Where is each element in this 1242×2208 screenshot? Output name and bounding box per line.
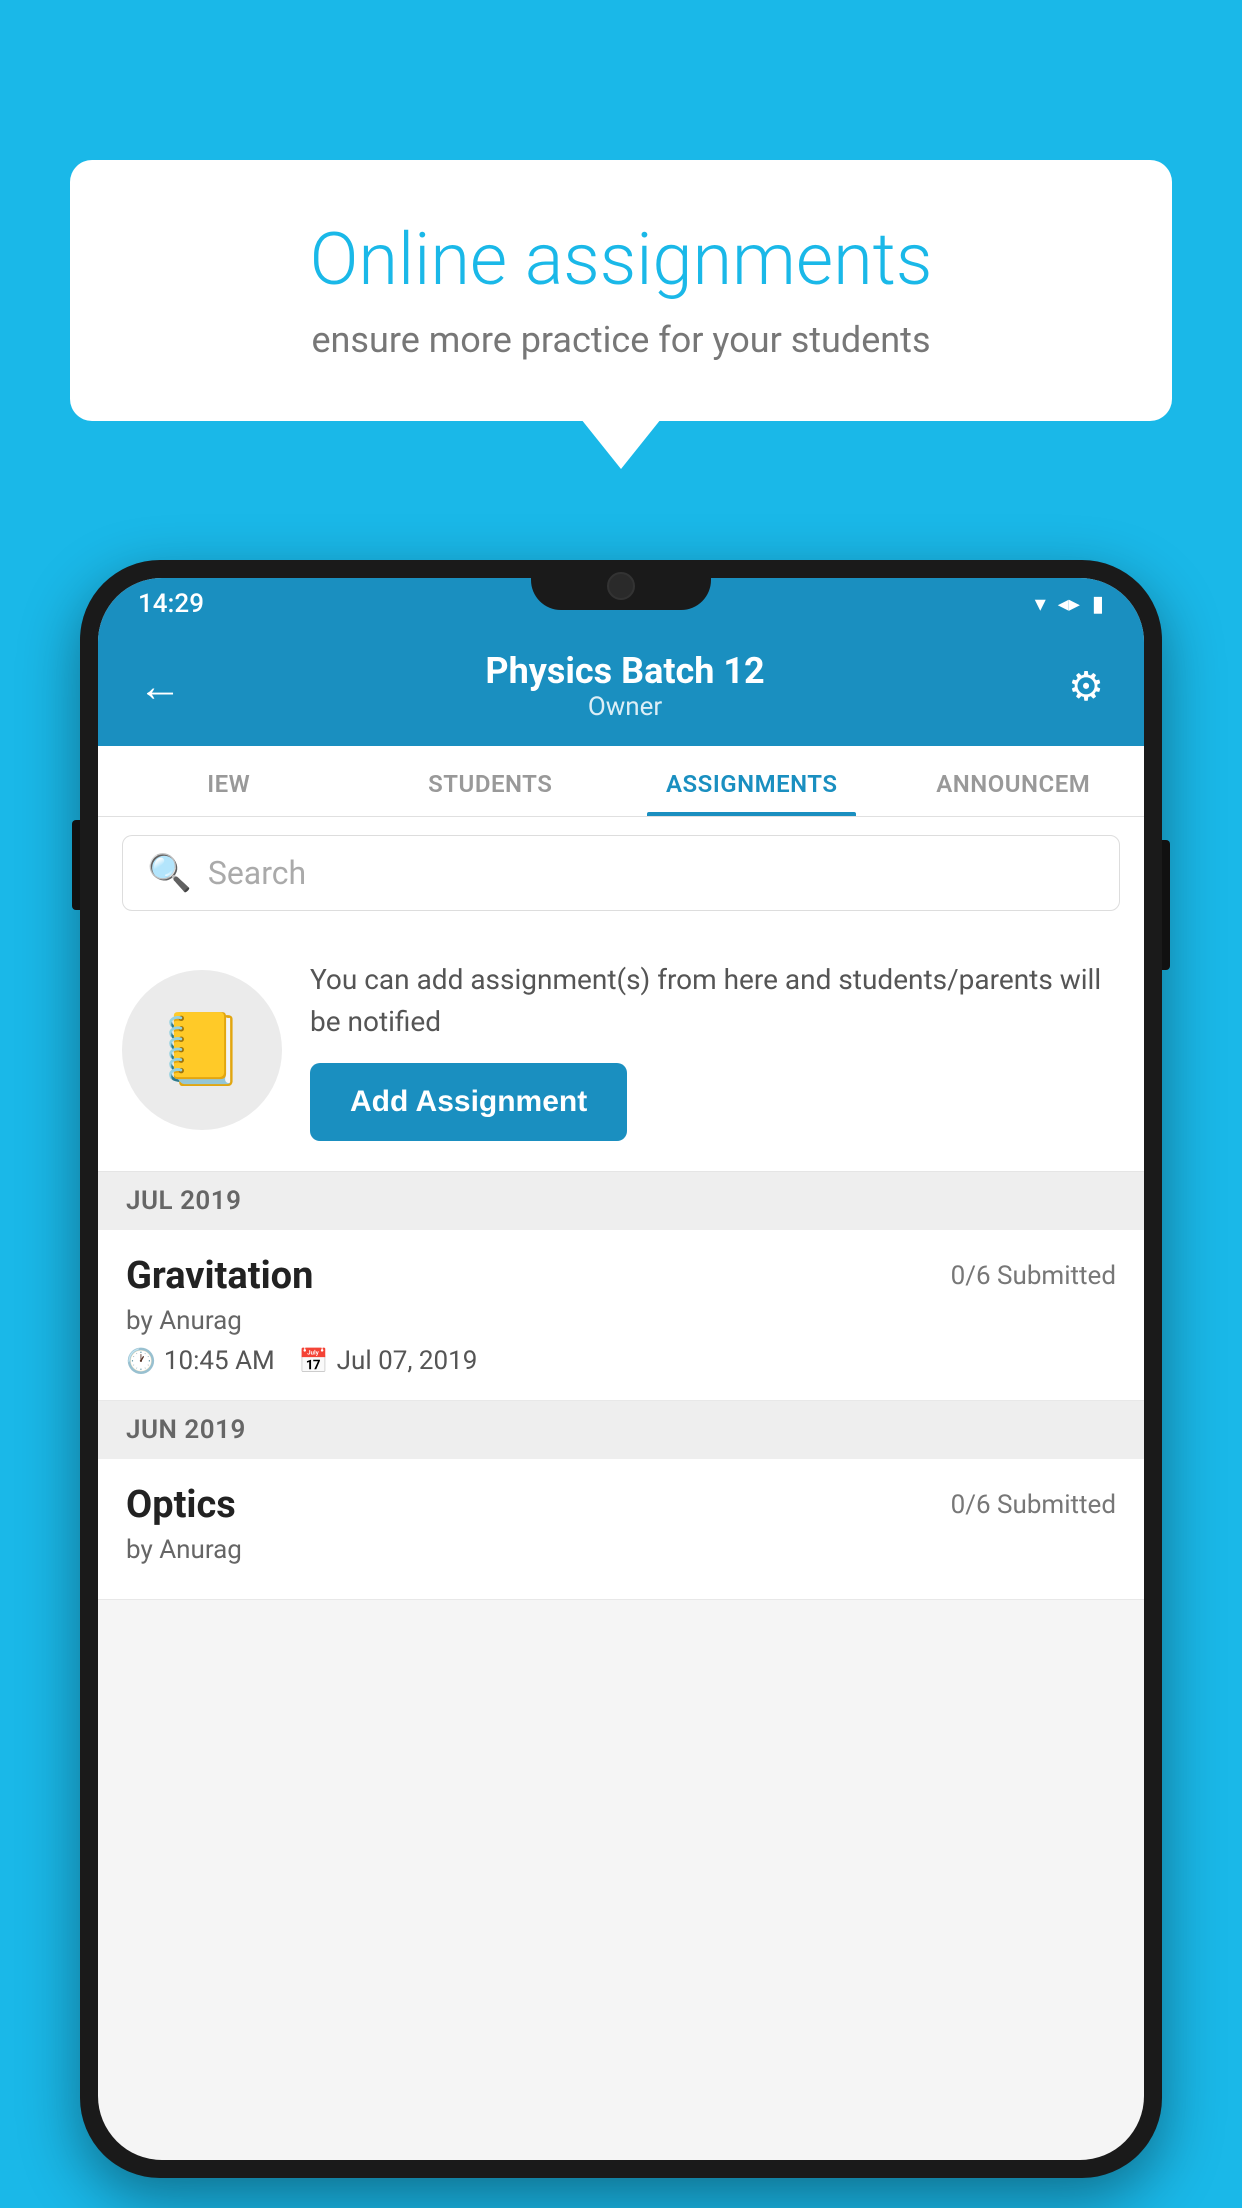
signal-icon: ◂▸ — [1058, 592, 1080, 617]
assignment-meta: 🕐 10:45 AM 📅 Jul 07, 2019 — [126, 1346, 1116, 1376]
speech-bubble-container: Online assignments ensure more practice … — [70, 160, 1172, 421]
assignment-row1: Gravitation 0/6 Submitted — [126, 1254, 1116, 1298]
status-icons: ▾ ◂▸ ▮ — [1035, 592, 1104, 617]
back-button[interactable]: ← — [138, 660, 182, 712]
speech-bubble: Online assignments ensure more practice … — [70, 160, 1172, 421]
phone-camera — [607, 572, 635, 600]
settings-icon[interactable]: ⚙ — [1068, 663, 1104, 710]
phone-screen: 14:29 ▾ ◂▸ ▮ ← Physics Batch 12 Owner ⚙ … — [98, 578, 1144, 2160]
date-value: Jul 07, 2019 — [337, 1346, 478, 1376]
promo-card: 📒 You can add assignment(s) from here an… — [98, 929, 1144, 1172]
header-title: Physics Batch 12 — [485, 650, 764, 692]
battery-icon: ▮ — [1092, 592, 1104, 617]
tab-announcements[interactable]: ANNOUNCEM — [883, 746, 1145, 816]
tab-students[interactable]: STUDENTS — [360, 746, 622, 816]
assignment-name: Gravitation — [126, 1254, 313, 1298]
search-icon: 🔍 — [147, 852, 192, 894]
search-container: 🔍 Search — [98, 817, 1144, 929]
status-time: 14:29 — [138, 589, 204, 619]
add-assignment-button[interactable]: Add Assignment — [310, 1063, 627, 1141]
speech-bubble-title: Online assignments — [140, 220, 1102, 299]
wifi-icon: ▾ — [1035, 592, 1046, 617]
assignment-by-optics: by Anurag — [126, 1535, 1116, 1565]
assignment-name-optics: Optics — [126, 1483, 236, 1527]
clock-icon: 🕐 — [126, 1347, 156, 1375]
tab-iew[interactable]: IEW — [98, 746, 360, 816]
tab-assignments[interactable]: ASSIGNMENTS — [621, 746, 883, 816]
phone-container: 14:29 ▾ ◂▸ ▮ ← Physics Batch 12 Owner ⚙ … — [80, 560, 1162, 2178]
search-input-wrap[interactable]: 🔍 Search — [122, 835, 1120, 911]
search-placeholder: Search — [208, 854, 306, 892]
tab-bar: IEW STUDENTS ASSIGNMENTS ANNOUNCEM — [98, 746, 1144, 817]
section-header-jul: JUL 2019 — [98, 1172, 1144, 1230]
notebook-icon: 📒 — [158, 1009, 245, 1091]
app-header: ← Physics Batch 12 Owner ⚙ — [98, 630, 1144, 746]
calendar-icon: 📅 — [299, 1347, 329, 1375]
header-subtitle: Owner — [485, 692, 764, 722]
assignment-item-gravitation[interactable]: Gravitation 0/6 Submitted by Anurag 🕐 10… — [98, 1230, 1144, 1401]
volume-button — [72, 820, 80, 910]
power-button — [1162, 840, 1170, 970]
speech-bubble-subtitle: ensure more practice for your students — [140, 319, 1102, 361]
promo-description: You can add assignment(s) from here and … — [310, 959, 1114, 1043]
promo-icon-circle: 📒 — [122, 970, 282, 1130]
assignment-row1-optics: Optics 0/6 Submitted — [126, 1483, 1116, 1527]
phone-outer: 14:29 ▾ ◂▸ ▮ ← Physics Batch 12 Owner ⚙ … — [80, 560, 1162, 2178]
promo-text-area: You can add assignment(s) from here and … — [310, 959, 1114, 1141]
assignment-by: by Anurag — [126, 1306, 1116, 1336]
assignment-submitted: 0/6 Submitted — [951, 1261, 1116, 1291]
assignment-date: 📅 Jul 07, 2019 — [299, 1346, 478, 1376]
header-title-group: Physics Batch 12 Owner — [485, 650, 764, 722]
section-header-jun: JUN 2019 — [98, 1401, 1144, 1459]
assignment-time: 🕐 10:45 AM — [126, 1346, 275, 1376]
phone-notch — [531, 560, 711, 610]
time-value: 10:45 AM — [164, 1346, 275, 1376]
assignment-submitted-optics: 0/6 Submitted — [951, 1490, 1116, 1520]
assignment-item-optics[interactable]: Optics 0/6 Submitted by Anurag — [98, 1459, 1144, 1600]
